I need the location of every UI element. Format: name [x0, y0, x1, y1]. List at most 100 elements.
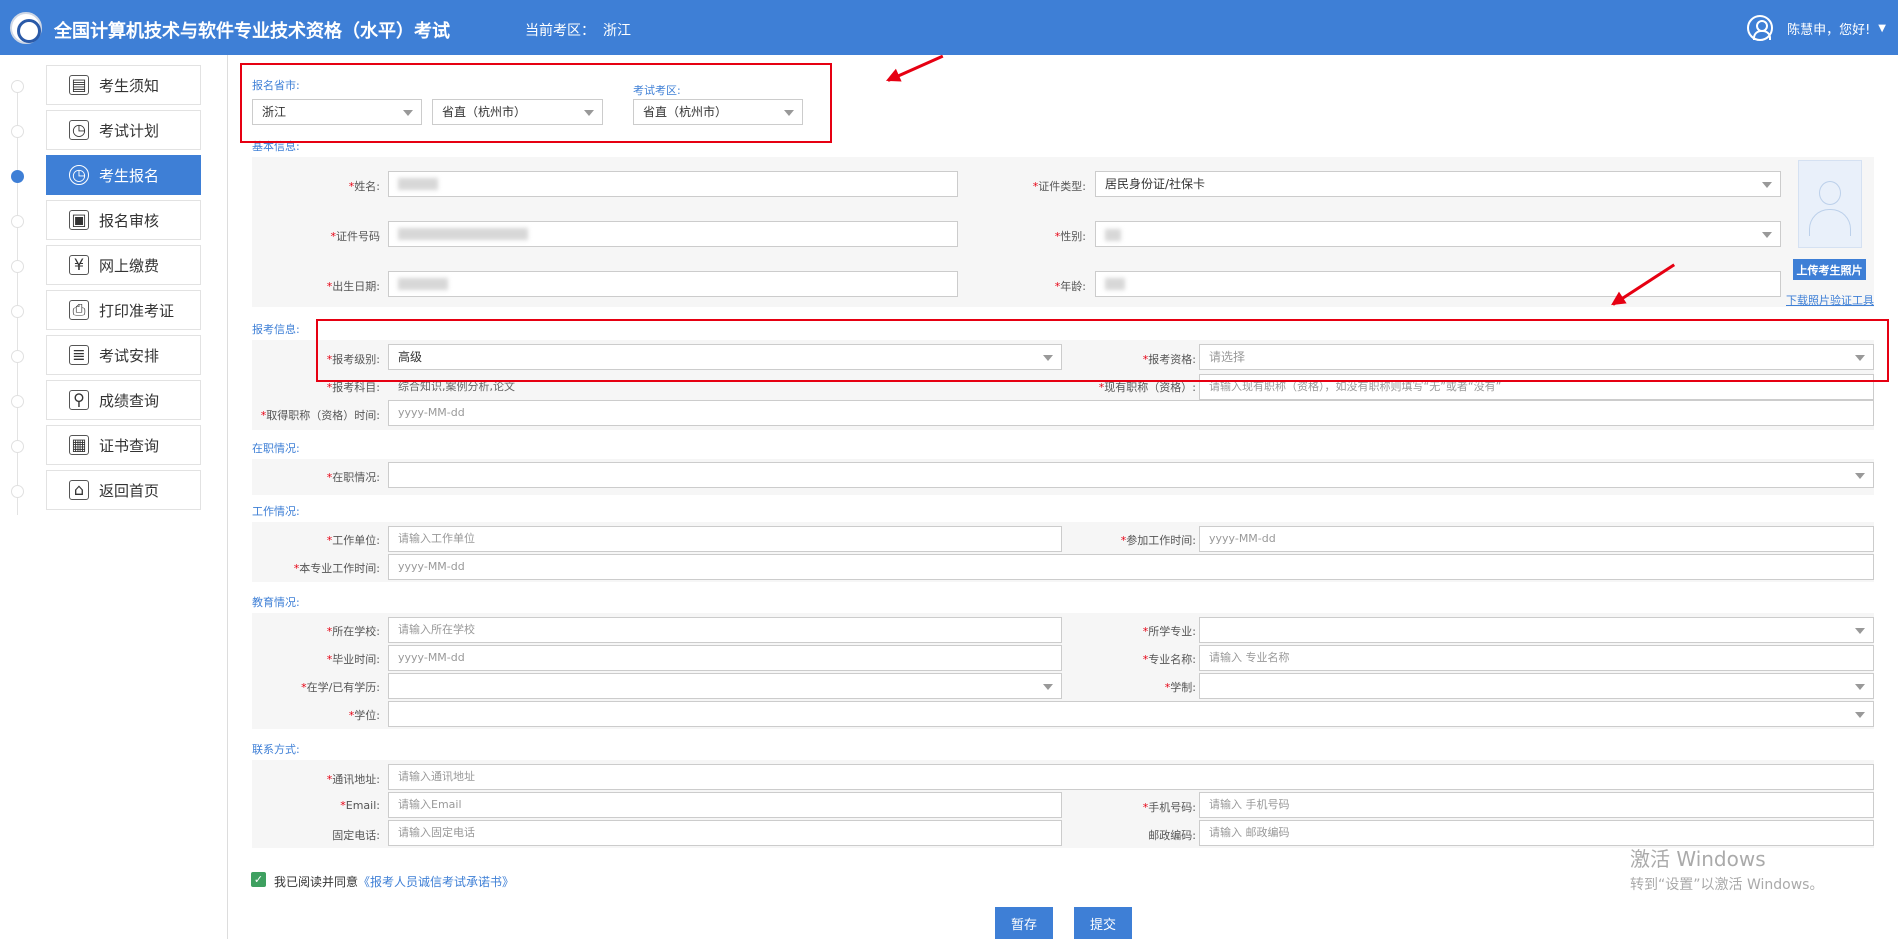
job-section-label: 在职情况:	[252, 442, 300, 455]
sidebar-item-label: 考试安排	[99, 346, 160, 365]
step-dot	[11, 215, 24, 228]
mobile-input[interactable]: 请输入 手机号码	[1199, 792, 1874, 818]
sidebar: ▤ 考生须知 ◷ 考试计划 ◷ 考生报名 ▣ 报名审核 ¥ 网上缴费 ⎙ 打印准考证 ≣ 考试…	[0, 55, 228, 939]
step-dot	[11, 260, 24, 273]
school-input[interactable]: 请输入所在学校	[388, 617, 1062, 643]
qualification-select[interactable]: 请选择	[1199, 344, 1874, 370]
id-type-select[interactable]: 居民身份证/社保卡	[1095, 171, 1781, 197]
province-select-value: 浙江	[262, 105, 287, 119]
sidebar-item-payment[interactable]: ¥ 网上缴费	[46, 245, 201, 285]
save-draft-button[interactable]: 暂存	[995, 907, 1053, 939]
province-label: 报名省市:	[252, 79, 300, 92]
user-avatar-icon	[1747, 15, 1774, 41]
sidebar-item-print-ticket[interactable]: ⎙ 打印准考证	[46, 290, 201, 330]
address-input[interactable]: 请输入通讯地址	[388, 764, 1874, 790]
tel-input[interactable]: 请输入固定电话	[388, 820, 1062, 846]
sidebar-item-label: 考试计划	[99, 121, 160, 140]
academic-degree-label: *学位:	[348, 709, 380, 722]
level-select[interactable]: 高级	[388, 344, 1062, 370]
id-number-input[interactable]	[388, 221, 958, 247]
sidebar-item-review[interactable]: ▣ 报名审核	[46, 200, 201, 240]
gender-select[interactable]	[1095, 221, 1781, 247]
clock-icon: ◷	[69, 165, 89, 185]
step-dot	[11, 125, 24, 138]
sidebar-item-plan[interactable]: ◷ 考试计划	[46, 110, 201, 150]
sidebar-item-home[interactable]: ⌂ 返回首页	[46, 470, 201, 510]
exam-area-select-value: 省直（杭州市）	[643, 105, 728, 119]
printer-icon: ⎙	[69, 300, 89, 320]
search-icon: ⚲	[69, 390, 89, 410]
sidebar-item-schedule[interactable]: ≣ 考试安排	[46, 335, 201, 375]
sidebar-item-label: 证书查询	[99, 436, 160, 455]
exam-logo-icon	[10, 12, 42, 44]
step-dot	[11, 485, 24, 498]
major-select[interactable]	[1199, 617, 1874, 643]
home-icon: ⌂	[69, 480, 89, 500]
calendar-clock-icon: ◷	[69, 120, 89, 140]
gender-label: *性别:	[1054, 230, 1086, 243]
city-select[interactable]: 省直（杭州市）	[432, 99, 603, 125]
sidebar-item-score[interactable]: ⚲ 成绩查询	[46, 380, 201, 420]
grad-time-input[interactable]: yyyy-MM-dd	[388, 645, 1062, 671]
title-label: *现有职称（资格）:	[1098, 381, 1196, 394]
user-menu[interactable]: 陈慧申，您好! ▼	[1747, 15, 1886, 41]
step-dot	[11, 305, 24, 318]
payment-icon: ¥	[69, 255, 89, 275]
chevron-down-icon	[1762, 232, 1772, 238]
sidebar-item-label: 返回首页	[99, 481, 160, 500]
notice-icon: ▤	[69, 75, 89, 95]
agree-text: 我已阅读并同意《报考人员诚信考试承诺书》	[274, 875, 515, 889]
agree-checkbox[interactable]: ✓	[251, 872, 266, 887]
title-time-label: *取得职称（资格）时间:	[260, 409, 380, 422]
province-select[interactable]: 浙江	[252, 99, 422, 125]
edu-section-label: 教育情况:	[252, 596, 300, 609]
birth-date-input[interactable]	[388, 271, 958, 297]
degree-select[interactable]	[388, 673, 1062, 699]
sidebar-item-label: 网上缴费	[99, 256, 160, 275]
step-dot	[11, 80, 24, 93]
school-system-label: *学制:	[1164, 681, 1196, 694]
agreement-link[interactable]: 《报考人员诚信考试承诺书》	[358, 875, 514, 889]
degree-label: *在学/已有学历:	[301, 681, 380, 694]
exam-area-value: 浙江	[603, 23, 631, 39]
upload-photo-button[interactable]: 上传考生照片	[1793, 259, 1866, 280]
sidebar-item-notice[interactable]: ▤ 考生须知	[46, 65, 201, 105]
chevron-down-icon	[784, 110, 794, 116]
title-input[interactable]: 请输入现有职称（资格），如没有职称则填写“无”或者“没有”	[1199, 374, 1874, 400]
apply-section-label: 报考信息:	[252, 323, 300, 336]
major-name-label: *专业名称:	[1142, 653, 1196, 666]
school-system-select[interactable]	[1199, 673, 1874, 699]
exam-area-select[interactable]: 省直（杭州市）	[633, 99, 803, 125]
sidebar-item-register[interactable]: ◷ 考生报名	[46, 155, 201, 195]
academic-degree-select[interactable]	[388, 701, 1874, 727]
mobile-label: *手机号码:	[1142, 801, 1196, 814]
work-section-label: 工作情况:	[252, 505, 300, 518]
city-select-value: 省直（杭州市）	[442, 105, 527, 119]
major-work-time-input[interactable]: yyyy-MM-dd	[388, 554, 1874, 580]
job-status-select[interactable]	[388, 462, 1874, 488]
job-status-label: *在职情况:	[326, 471, 380, 484]
chevron-down-icon	[1855, 712, 1865, 718]
sidebar-item-label: 打印准考证	[99, 301, 175, 320]
download-photo-tool-link[interactable]: 下载照片验证工具	[1786, 292, 1874, 308]
age-input[interactable]	[1095, 271, 1781, 297]
work-start-input[interactable]: yyyy-MM-dd	[1199, 526, 1874, 552]
app-title: 全国计算机技术与软件专业技术资格（水平）考试	[54, 21, 450, 42]
name-input[interactable]	[388, 171, 958, 197]
sidebar-item-certificate[interactable]: ▦ 证书查询	[46, 425, 201, 465]
title-time-input[interactable]: yyyy-MM-dd	[388, 400, 1874, 426]
work-unit-label: *工作单位:	[326, 534, 380, 547]
chevron-down-icon	[1762, 182, 1772, 188]
email-input[interactable]: 请输入Email	[388, 792, 1062, 818]
email-label: *Email:	[340, 799, 380, 812]
chevron-down-icon	[584, 110, 594, 116]
windows-activation-watermark: 激活 Windows 转到“设置”以激活 Windows。	[1630, 847, 1824, 893]
id-type-select-value: 居民身份证/社保卡	[1105, 177, 1206, 191]
level-label: *报考级别:	[326, 353, 380, 366]
subject-value: 综合知识,案例分析,论文	[398, 380, 515, 393]
submit-button[interactable]: 提交	[1074, 907, 1132, 939]
major-name-input[interactable]: 请输入 专业名称	[1199, 645, 1874, 671]
work-unit-input[interactable]: 请输入工作单位	[388, 526, 1062, 552]
id-number-label: *证件号码	[330, 230, 381, 243]
basic-section-label: 基本信息:	[252, 140, 300, 153]
